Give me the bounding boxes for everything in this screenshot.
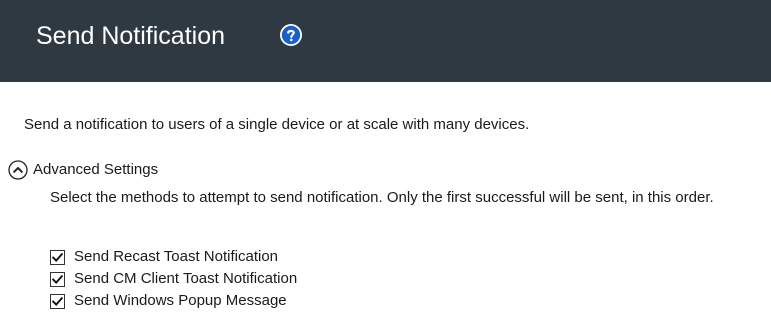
advanced-settings-description: Select the methods to attempt to send no… (50, 189, 714, 206)
help-question-icon[interactable] (279, 23, 303, 47)
recast-toast-checkbox[interactable] (50, 249, 65, 265)
option-send-recast-toast[interactable]: Send Recast Toast Notification (50, 247, 278, 267)
page-title: Send Notification (36, 22, 226, 50)
cm-client-toast-checkbox[interactable] (50, 271, 65, 287)
option-send-cm-client-toast[interactable]: Send CM Client Toast Notification (50, 269, 297, 289)
notification-description: Send a notification to users of a single… (24, 116, 530, 133)
windows-popup-label: Send Windows Popup Message (74, 292, 287, 309)
windows-popup-checkbox[interactable] (50, 293, 65, 309)
cm-client-toast-label: Send CM Client Toast Notification (74, 270, 298, 287)
header-bar: Send Notification (0, 0, 771, 82)
advanced-settings-label: Advanced Settings (33, 161, 159, 178)
checkmark-icon (51, 252, 64, 262)
checkmark-icon (51, 274, 64, 284)
recast-toast-label: Send Recast Toast Notification (74, 248, 279, 265)
option-send-windows-popup[interactable]: Send Windows Popup Message (50, 291, 287, 311)
chevron-up-circle-icon[interactable] (8, 160, 28, 180)
advanced-settings-toggle[interactable]: Advanced Settings (8, 159, 158, 181)
checkmark-icon (51, 296, 64, 306)
